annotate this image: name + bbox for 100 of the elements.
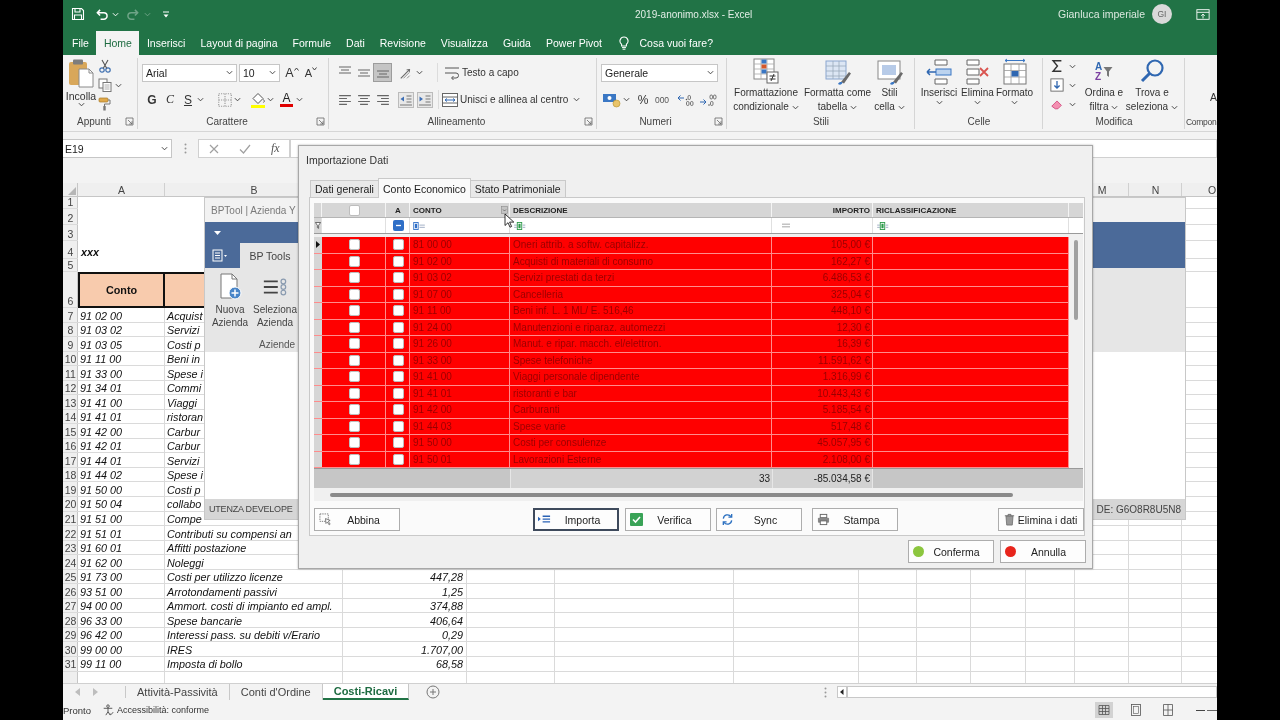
caret-icon[interactable] — [269, 70, 276, 75]
ribbon-tab[interactable]: Guida — [495, 31, 539, 55]
checkbox[interactable] — [348, 239, 360, 251]
checkbox[interactable] — [392, 387, 404, 399]
decrease-decimal-icon[interactable] — [699, 92, 717, 107]
sheet-tab[interactable]: Costi-Ricavi — [322, 684, 410, 700]
increase-indent-icon[interactable] — [417, 91, 433, 108]
caret-icon[interactable] — [935, 100, 943, 105]
increase-decimal-icon[interactable] — [677, 92, 695, 107]
thousands-button[interactable]: 000 — [653, 90, 671, 109]
row-number[interactable]: 21 — [64, 512, 77, 525]
caret-icon[interactable] — [226, 70, 233, 75]
caret-icon[interactable] — [77, 102, 85, 107]
caret-icon[interactable] — [1171, 104, 1179, 110]
bold-button[interactable]: G — [143, 90, 161, 109]
row-number[interactable]: 16 — [64, 440, 77, 453]
row-number[interactable]: 30 — [64, 643, 77, 656]
insert-cells-button[interactable]: Inserisci — [918, 58, 960, 115]
merge-center-button[interactable]: Unisci e allinea al centro — [442, 91, 581, 108]
sync-button[interactable]: Sync — [716, 508, 802, 531]
row-number[interactable]: 12 — [64, 382, 77, 395]
row-number[interactable]: 6 — [67, 295, 74, 307]
tab[interactable]: Conto Economico — [377, 178, 471, 198]
checkbox[interactable] — [392, 437, 404, 449]
status-text[interactable]: Accessibilità: conforme — [117, 705, 210, 715]
scrollbar-thumb[interactable] — [1074, 240, 1078, 320]
caret-icon[interactable] — [850, 104, 858, 110]
column-header[interactable]: O — [1207, 183, 1217, 196]
column-header[interactable]: N — [1151, 183, 1160, 196]
select-all-checkbox[interactable] — [348, 204, 360, 216]
accessibility-icon[interactable] — [102, 704, 114, 716]
checkbox[interactable] — [348, 288, 360, 300]
select-company-button[interactable]: Seleziona Azienda — [252, 268, 298, 337]
ribbon-tab[interactable]: Formule — [285, 31, 339, 55]
row-number[interactable]: 2 — [67, 212, 74, 224]
user-name[interactable]: Gianluca imperiale — [1058, 8, 1145, 20]
row-number[interactable]: 9 — [67, 338, 74, 351]
save-icon[interactable] — [71, 7, 85, 21]
align-right-icon[interactable] — [376, 94, 389, 105]
format-as-table-button[interactable]: Formatta come tabella — [802, 58, 873, 115]
row-number[interactable]: 5 — [67, 259, 74, 271]
wrap-text-button[interactable]: Testo a capo — [444, 64, 522, 81]
match-button[interactable]: Abbina — [314, 508, 400, 531]
tab[interactable]: Stato Patrimoniale — [469, 180, 566, 197]
row-number[interactable]: 7 — [67, 309, 74, 322]
caret-icon[interactable] — [707, 70, 714, 75]
column-header[interactable]: A — [386, 203, 410, 217]
format-cells-button[interactable]: Formato — [995, 58, 1034, 115]
checkbox[interactable] — [348, 404, 360, 416]
print-button[interactable]: Stampa — [812, 508, 898, 531]
row-number[interactable]: 23 — [64, 542, 77, 555]
scrollbar-thumb[interactable] — [330, 492, 1013, 497]
splitter-dots-icon[interactable] — [824, 686, 827, 698]
caret-icon[interactable] — [214, 230, 221, 235]
ribbon-display-icon[interactable] — [1196, 7, 1210, 21]
caret-icon[interactable] — [974, 100, 981, 105]
checkbox[interactable] — [392, 354, 404, 366]
scroll-left-icon[interactable] — [837, 686, 847, 698]
column-header[interactable]: IMPORTO — [772, 203, 873, 217]
row-number[interactable]: 17 — [64, 454, 77, 467]
row-number[interactable]: 22 — [64, 527, 77, 540]
checkbox[interactable] — [348, 272, 360, 284]
caret-icon[interactable] — [623, 97, 630, 102]
paste-button[interactable]: Incolla — [65, 58, 97, 115]
caret-icon[interactable] — [1069, 82, 1076, 88]
currency-icon[interactable] — [602, 91, 622, 108]
caret-icon[interactable] — [1011, 100, 1018, 105]
column-header[interactable]: CONTO — [410, 203, 510, 217]
cell-styles-button[interactable]: Stili cella — [873, 58, 906, 115]
align-left-icon[interactable] — [338, 94, 351, 105]
row-number[interactable]: 1 — [67, 196, 74, 208]
dialog-launcher-icon[interactable] — [316, 117, 325, 127]
checkbox[interactable] — [392, 272, 404, 284]
checkbox[interactable] — [348, 255, 360, 267]
checkbox[interactable] — [348, 305, 360, 317]
checkbox[interactable] — [392, 288, 404, 300]
caret-icon[interactable] — [197, 97, 204, 102]
row-number[interactable]: 29 — [64, 629, 77, 642]
cancel-button[interactable]: Annulla — [1000, 540, 1086, 563]
row-number[interactable]: 19 — [64, 483, 77, 496]
user-avatar[interactable]: GI — [1152, 4, 1172, 24]
customize-menu-icon[interactable] — [162, 9, 170, 19]
ribbon-tab[interactable]: Revisione — [372, 31, 434, 55]
row-number[interactable]: 26 — [64, 585, 77, 598]
ribbon-button[interactable]: A — [1210, 91, 1217, 103]
new-company-button[interactable]: Nuova Azienda — [209, 268, 251, 337]
ribbon-tab[interactable]: Visualizza — [433, 31, 496, 55]
caret-icon[interactable] — [1111, 104, 1119, 110]
row-number[interactable]: 11 — [65, 367, 76, 380]
confirm-icon[interactable] — [239, 143, 251, 154]
sort-filter-button[interactable]: A Z Ordina e filtra — [1084, 58, 1124, 115]
undo-icon[interactable] — [94, 7, 109, 21]
row-number[interactable]: 25 — [64, 571, 77, 584]
row-number[interactable]: 28 — [64, 614, 77, 627]
underline-button[interactable]: S — [179, 90, 197, 109]
checkbox[interactable] — [348, 387, 360, 399]
checkbox[interactable] — [392, 305, 404, 317]
dialog-launcher-icon[interactable] — [714, 117, 723, 127]
column-header[interactable]: B — [250, 183, 258, 196]
checkbox[interactable] — [392, 371, 404, 383]
